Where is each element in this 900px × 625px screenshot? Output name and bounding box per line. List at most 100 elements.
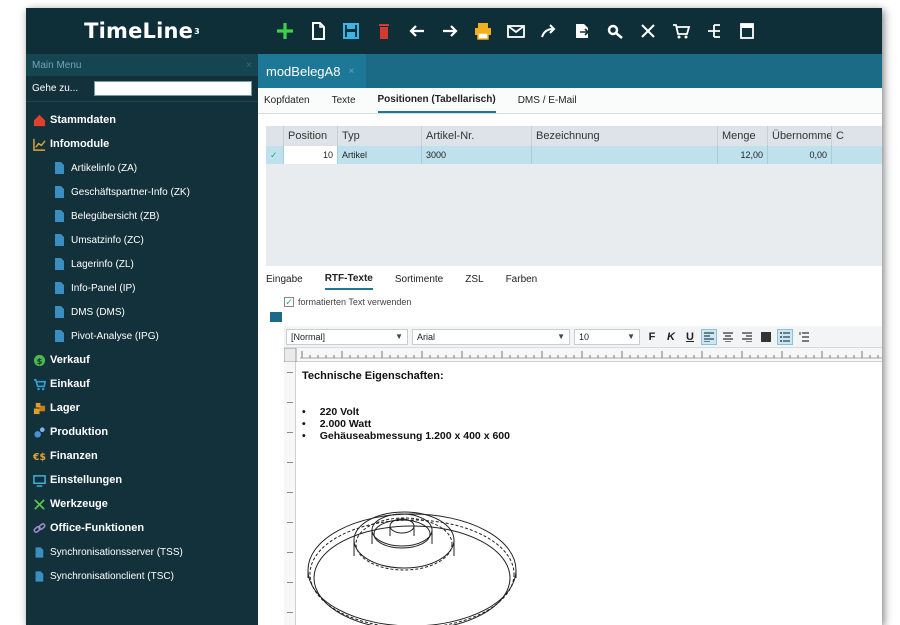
cell-uebernommen[interactable]: 0,00 [768, 146, 832, 164]
cell-position[interactable]: 10 [284, 146, 338, 164]
menu-item-beleguebersicht[interactable]: Belegübersicht (ZB) [26, 204, 258, 228]
cart-icon[interactable] [666, 16, 696, 46]
new-document-icon[interactable] [303, 16, 333, 46]
export-icon[interactable] [567, 16, 597, 46]
goto-input[interactable] [94, 81, 252, 96]
menu-item-label: Info-Panel (IP) [71, 282, 136, 294]
menu-group-sync-client[interactable]: Synchronisationclient (TSC) [26, 564, 258, 588]
menu-group-label: Verkauf [50, 354, 90, 366]
menu-group-werkzeuge[interactable]: Werkzeuge [26, 492, 258, 516]
menu-item-info-panel[interactable]: Info-Panel (IP) [26, 276, 258, 300]
formatted-text-option[interactable]: ✓ formatierten Text verwenden [284, 294, 411, 310]
cart-icon [32, 377, 46, 391]
style-value: [Normal] [291, 331, 326, 342]
collapse-handle[interactable] [270, 312, 282, 322]
svg-text:€$: €$ [33, 452, 46, 463]
grid-header-marker [266, 126, 284, 146]
menu-group-infomodule[interactable]: Infomodule [26, 132, 258, 156]
italic-button[interactable]: K [663, 329, 679, 345]
column-header-uebernommen[interactable]: Übernommen [768, 126, 832, 146]
cell-artikel-nr[interactable]: 3000 [422, 146, 532, 164]
cell-typ[interactable]: Artikel [338, 146, 422, 164]
column-header-typ[interactable]: Typ [338, 126, 422, 146]
table-row[interactable]: ✓ 10 Artikel 3000 12,00 0,00 [266, 146, 882, 164]
document-icon [55, 330, 64, 342]
cell-menge[interactable]: 12,00 [718, 146, 768, 164]
delete-icon[interactable] [369, 16, 399, 46]
arrow-right-icon[interactable] [435, 16, 465, 46]
tab-sortimente[interactable]: Sortimente [395, 270, 443, 289]
menu-group-label: Office-Funktionen [50, 522, 145, 534]
tab-texte[interactable]: Texte [332, 89, 356, 112]
tab-farben[interactable]: Farben [506, 270, 538, 289]
tab-kopfdaten[interactable]: Kopfdaten [264, 89, 310, 112]
menu-item-dms[interactable]: DMS (DMS) [26, 300, 258, 324]
menu-item-lagerinfo[interactable]: Lagerinfo (ZL) [26, 252, 258, 276]
link-icon [32, 521, 46, 535]
application-window: TimeLine 3 Main Menu × Gehe zu... Stammd… [26, 8, 882, 625]
plus-icon[interactable] [270, 16, 300, 46]
align-left-icon[interactable] [701, 328, 717, 345]
menu-item-artikelinfo[interactable]: Artikelinfo (ZA) [26, 156, 258, 180]
column-header-bezeichnung[interactable]: Bezeichnung [532, 126, 718, 146]
numbered-list-icon[interactable] [796, 329, 812, 345]
menu-group-label: Einkauf [50, 378, 90, 390]
menu-group-einstellungen[interactable]: Einstellungen [26, 468, 258, 492]
ruler-tick [287, 432, 293, 433]
horizontal-ruler[interactable] [283, 347, 882, 363]
tab-dms-email[interactable]: DMS / E-Mail [518, 89, 577, 112]
menu-group-office-funktionen[interactable]: Office-Funktionen [26, 516, 258, 540]
app-name-superscript: 3 [194, 26, 200, 36]
tab-positionen-tabellarisch[interactable]: Positionen (Tabellarisch) [377, 88, 496, 113]
column-header-position[interactable]: Position [284, 126, 338, 146]
cell-bezeichnung[interactable] [532, 146, 718, 164]
mail-icon[interactable] [501, 16, 531, 46]
align-center-icon[interactable] [720, 329, 736, 345]
menu-group-verkauf[interactable]: $ Verkauf [26, 348, 258, 372]
justify-icon[interactable] [758, 329, 774, 345]
menu-group-sync-server[interactable]: Synchronisationsserver (TSS) [26, 540, 258, 564]
tab-rtf-texte[interactable]: RTF-Texte [324, 269, 373, 290]
dollar-icon: $ [32, 353, 46, 367]
vertical-ruler[interactable] [284, 362, 296, 625]
font-select[interactable]: Arial ▼ [412, 328, 570, 345]
column-header-artikel-nr[interactable]: Artikel-Nr. [422, 126, 532, 146]
forward-icon[interactable] [534, 16, 564, 46]
align-right-icon[interactable] [739, 329, 755, 345]
cell-c[interactable] [832, 146, 882, 164]
menu-item-label: Geschäftspartner-Info (ZK) [71, 186, 190, 198]
bold-button[interactable]: F [644, 329, 660, 345]
menu-item-geschaeftspartner-info[interactable]: Geschäftspartner-Info (ZK) [26, 180, 258, 204]
column-header-menge[interactable]: Menge [718, 126, 768, 146]
print-icon[interactable] [468, 16, 498, 46]
underline-button[interactable]: U [682, 329, 698, 345]
tree-icon[interactable] [699, 16, 729, 46]
tools-icon [32, 497, 46, 511]
settings-icon[interactable] [600, 16, 630, 46]
chevron-down-icon: ▼ [557, 332, 565, 341]
lower-tabs: Eingabe RTF-Texte Sortimente ZSL Farben [266, 268, 882, 290]
list-item: 2.000 Watt [302, 418, 872, 430]
menu-group-lager[interactable]: Lager [26, 396, 258, 420]
arrow-left-icon[interactable] [402, 16, 432, 46]
close-icon[interactable]: × [246, 60, 252, 71]
tab-zsl[interactable]: ZSL [465, 270, 483, 289]
column-header-c[interactable]: C [832, 126, 882, 146]
menu-item-umsatzinfo[interactable]: Umsatzinfo (ZC) [26, 228, 258, 252]
menu-group-stammdaten[interactable]: Stammdaten [26, 108, 258, 132]
document-tab[interactable]: modBelegA8 × [258, 54, 366, 88]
window-icon[interactable] [732, 16, 762, 46]
save-icon[interactable] [336, 16, 366, 46]
close-icon[interactable] [633, 16, 663, 46]
formatted-text-checkbox[interactable]: ✓ [284, 297, 294, 307]
menu-item-pivot-analyse[interactable]: Pivot-Analyse (IPG) [26, 324, 258, 348]
menu-group-produktion[interactable]: Produktion [26, 420, 258, 444]
style-select[interactable]: [Normal] ▼ [286, 328, 408, 345]
close-icon[interactable]: × [348, 66, 354, 77]
menu-group-finanzen[interactable]: €$ Finanzen [26, 444, 258, 468]
rtf-document[interactable]: Technische Eigenschaften: 220 Volt 2.000… [302, 370, 872, 625]
menu-group-einkauf[interactable]: Einkauf [26, 372, 258, 396]
font-size-select[interactable]: 10 ▼ [574, 328, 640, 345]
tab-eingabe[interactable]: Eingabe [266, 270, 303, 289]
bullet-list-icon[interactable] [777, 328, 793, 345]
